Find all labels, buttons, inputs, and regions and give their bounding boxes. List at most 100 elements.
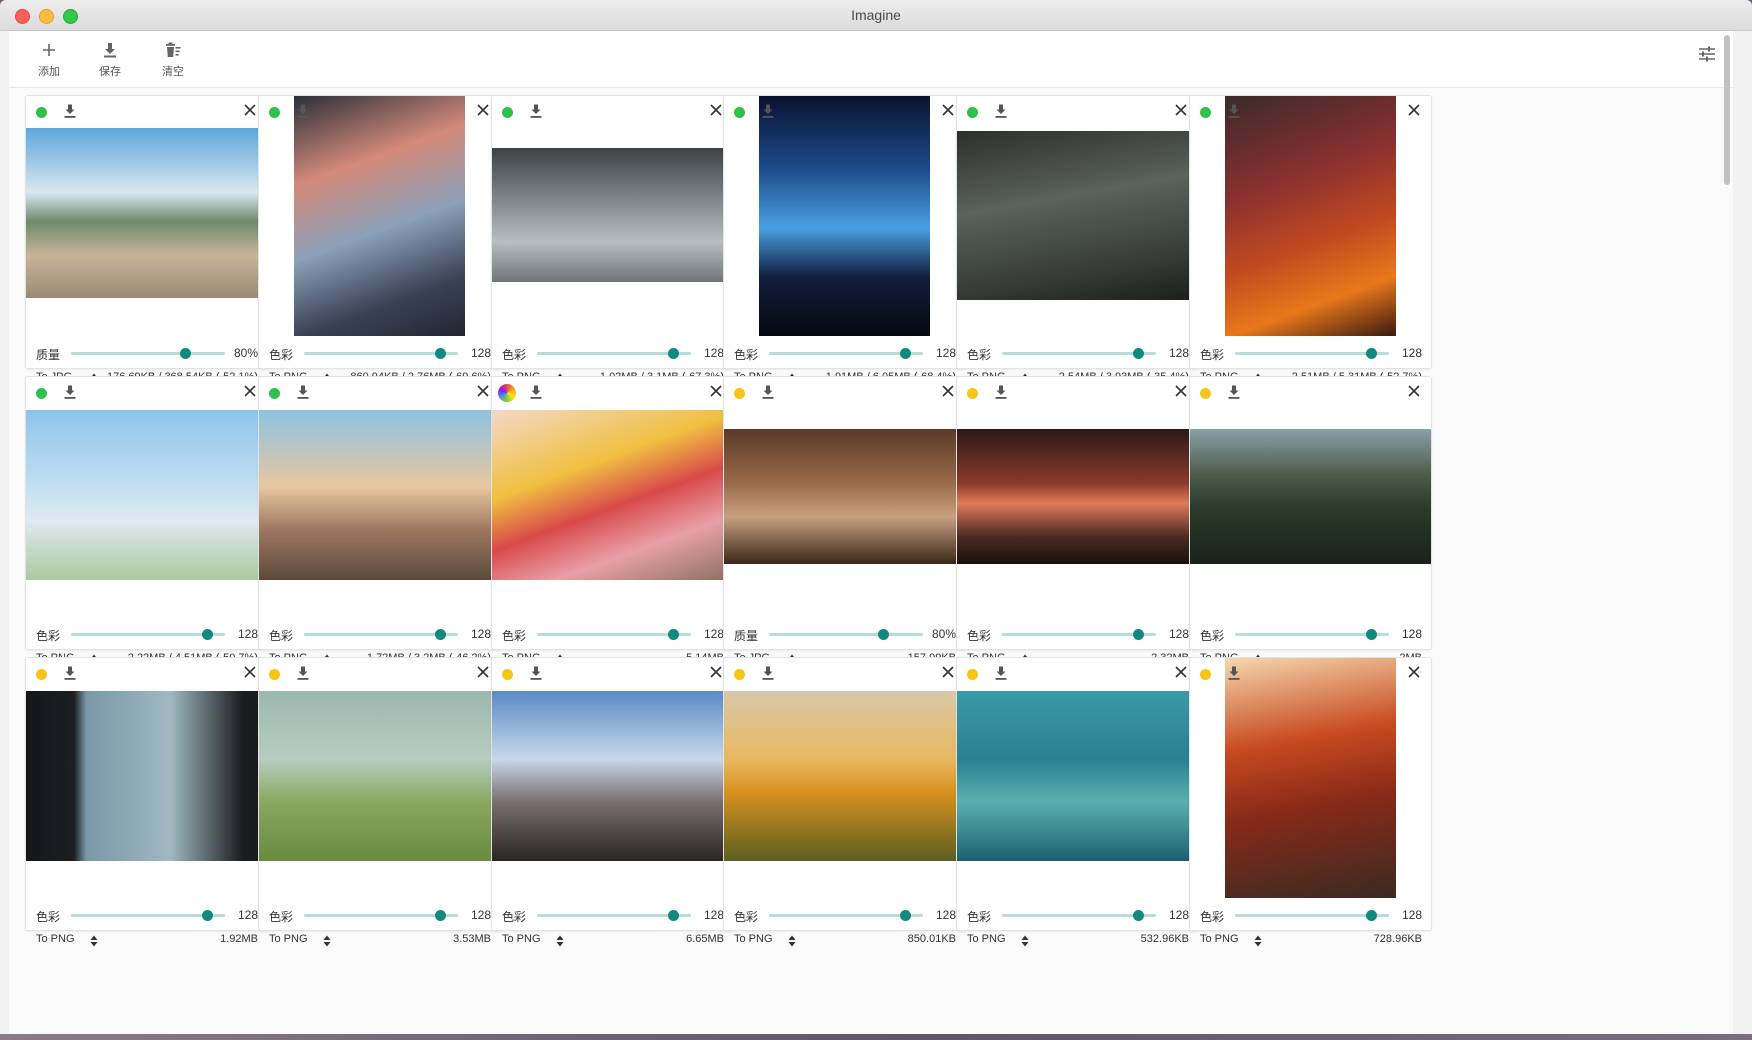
slider-knob[interactable]: [1365, 629, 1377, 640]
close-icon[interactable]: [243, 665, 259, 681]
image-card[interactable]: 色彩 128 To PNG 850.01KB: [723, 657, 966, 947]
close-icon[interactable]: [1407, 384, 1423, 400]
download-icon[interactable]: [530, 666, 544, 682]
close-icon[interactable]: [1174, 665, 1190, 681]
slider-track[interactable]: [1002, 348, 1156, 359]
slider-track[interactable]: [304, 629, 458, 640]
slider-track[interactable]: [71, 629, 225, 640]
slider-knob[interactable]: [1365, 910, 1377, 921]
close-icon[interactable]: [941, 665, 957, 681]
slider-knob[interactable]: [201, 629, 213, 640]
image-card[interactable]: 色彩 128 To PNG 2.22MB / 4.51MB (-50.7%): [25, 376, 268, 666]
format-select[interactable]: To PNG: [734, 933, 773, 945]
close-icon[interactable]: [1407, 665, 1423, 681]
vertical-scrollbar[interactable]: [1721, 31, 1732, 1034]
slider-knob[interactable]: [201, 910, 213, 921]
close-icon[interactable]: [243, 384, 259, 400]
select-arrows-icon[interactable]: [1254, 934, 1262, 952]
close-icon[interactable]: [709, 384, 725, 400]
download-icon[interactable]: [530, 385, 544, 401]
slider-knob[interactable]: [1132, 629, 1144, 640]
close-icon[interactable]: [476, 665, 492, 681]
slider-track[interactable]: [1235, 348, 1389, 359]
slider-knob[interactable]: [899, 348, 911, 359]
format-select[interactable]: To PNG: [1200, 933, 1239, 945]
format-select[interactable]: To PNG: [967, 933, 1006, 945]
download-icon[interactable]: [297, 666, 311, 682]
select-arrows-icon[interactable]: [323, 934, 331, 952]
slider-knob[interactable]: [1132, 910, 1144, 921]
slider-knob[interactable]: [434, 910, 446, 921]
image-card[interactable]: 色彩 128 To PNG 1.92MB: [25, 657, 268, 947]
close-icon[interactable]: [1174, 103, 1190, 119]
download-icon[interactable]: [64, 385, 78, 401]
close-icon[interactable]: [476, 103, 492, 119]
download-icon[interactable]: [64, 104, 78, 120]
slider-track[interactable]: [769, 910, 923, 921]
download-icon[interactable]: [762, 104, 776, 120]
download-icon[interactable]: [297, 385, 311, 401]
download-icon[interactable]: [1228, 666, 1242, 682]
add-button[interactable]: 添加: [24, 39, 74, 79]
slider-track[interactable]: [537, 629, 691, 640]
select-arrows-icon[interactable]: [556, 934, 564, 952]
image-card[interactable]: 色彩 128 To PNG 2.51MB / 5.31MB (-52.7%): [1189, 95, 1432, 385]
select-arrows-icon[interactable]: [90, 934, 98, 952]
slider-track[interactable]: [1002, 910, 1156, 921]
slider-knob[interactable]: [667, 910, 679, 921]
download-icon[interactable]: [1228, 385, 1242, 401]
clear-button[interactable]: 清空: [148, 39, 198, 79]
slider-track[interactable]: [1235, 629, 1389, 640]
slider-knob[interactable]: [667, 348, 679, 359]
save-button[interactable]: 保存: [85, 39, 135, 79]
slider-track[interactable]: [304, 348, 458, 359]
scrollbar-thumb[interactable]: [1724, 35, 1730, 185]
image-card[interactable]: 色彩 128 To PNG 5.14MB: [491, 376, 734, 666]
slider-track[interactable]: [1235, 910, 1389, 921]
slider-track[interactable]: [537, 910, 691, 921]
download-icon[interactable]: [995, 666, 1009, 682]
select-arrows-icon[interactable]: [788, 934, 796, 952]
close-icon[interactable]: [243, 103, 259, 119]
close-icon[interactable]: [709, 103, 725, 119]
image-card[interactable]: 色彩 128 To PNG 1.72MB / 3.2MB (-46.2%): [258, 376, 501, 666]
close-icon[interactable]: [1407, 103, 1423, 119]
image-card[interactable]: 色彩 128 To PNG 532.96KB: [956, 657, 1199, 947]
slider-track[interactable]: [71, 910, 225, 921]
image-card[interactable]: 色彩 128 To PNG 3.53MB: [258, 657, 501, 947]
format-select[interactable]: To PNG: [36, 933, 75, 945]
slider-knob[interactable]: [179, 348, 191, 359]
image-card[interactable]: 质量 80% To JPG 157.99KB: [723, 376, 966, 666]
slider-track[interactable]: [71, 348, 225, 359]
download-icon[interactable]: [995, 385, 1009, 401]
image-card[interactable]: 色彩 128 To PNG 2.54MB / 3.93MB (-35.4%): [956, 95, 1199, 385]
image-card[interactable]: 质量 80% To JPG 176.69KB / 368.54KB (-52.1…: [25, 95, 268, 385]
close-icon[interactable]: [1174, 384, 1190, 400]
select-arrows-icon[interactable]: [1021, 934, 1029, 952]
download-icon[interactable]: [64, 666, 78, 682]
slider-knob[interactable]: [877, 629, 889, 640]
download-icon[interactable]: [995, 104, 1009, 120]
download-icon[interactable]: [1228, 104, 1242, 120]
slider-knob[interactable]: [434, 348, 446, 359]
slider-track[interactable]: [537, 348, 691, 359]
slider-track[interactable]: [769, 629, 923, 640]
slider-track[interactable]: [769, 348, 923, 359]
slider-knob[interactable]: [899, 910, 911, 921]
settings-sliders-icon[interactable]: [1697, 45, 1721, 69]
slider-track[interactable]: [304, 910, 458, 921]
download-icon[interactable]: [297, 104, 311, 120]
image-card[interactable]: 色彩 128 To PNG 728.96KB: [1189, 657, 1432, 947]
download-icon[interactable]: [530, 104, 544, 120]
slider-knob[interactable]: [1365, 348, 1377, 359]
close-icon[interactable]: [476, 384, 492, 400]
slider-knob[interactable]: [667, 629, 679, 640]
download-icon[interactable]: [762, 666, 776, 682]
close-icon[interactable]: [941, 384, 957, 400]
format-select[interactable]: To PNG: [269, 933, 308, 945]
image-card[interactable]: 色彩 128 To PNG 1.91MB / 6.05MB (-68.4%): [723, 95, 966, 385]
slider-knob[interactable]: [1132, 348, 1144, 359]
image-card[interactable]: 色彩 128 To PNG 860.94KB / 2.76MB (-69.6%): [258, 95, 501, 385]
close-icon[interactable]: [941, 103, 957, 119]
image-card[interactable]: 色彩 128 To PNG 2MB: [1189, 376, 1432, 666]
